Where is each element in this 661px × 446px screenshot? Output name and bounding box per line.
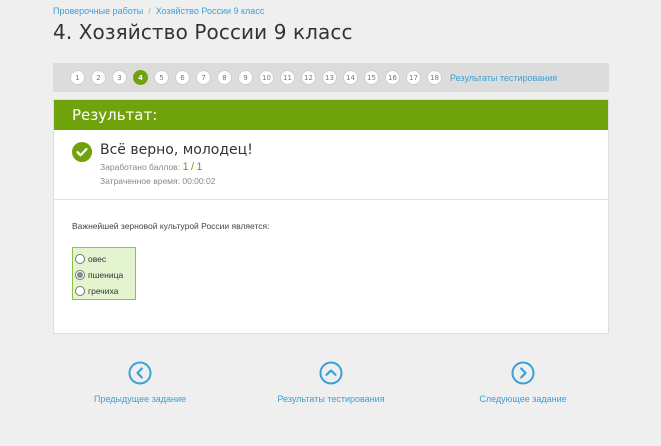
answer-option[interactable]: пшеница bbox=[75, 267, 135, 283]
option-label: гречиха bbox=[88, 286, 119, 296]
pager-page-11[interactable]: 11 bbox=[280, 70, 295, 85]
score-label: Заработано баллов: bbox=[100, 162, 181, 172]
prev-task-button[interactable]: Предыдущее задание bbox=[65, 361, 215, 404]
pager-page-8[interactable]: 8 bbox=[217, 70, 232, 85]
next-task-button[interactable]: Следующее задание bbox=[448, 361, 598, 404]
breadcrumb: Проверочные работы / Хозяйство России 9 кл… bbox=[53, 6, 264, 16]
next-task-label[interactable]: Следующее задание bbox=[448, 394, 598, 404]
page-title: 4. Хозяйство России 9 класс bbox=[53, 20, 353, 44]
chevron-right-circle-icon[interactable] bbox=[511, 361, 535, 385]
time-value: 00:00:02 bbox=[182, 176, 216, 186]
result-header: Результат: bbox=[54, 100, 608, 130]
pager-page-13[interactable]: 13 bbox=[322, 70, 337, 85]
score-earned: 1 bbox=[182, 161, 189, 173]
result-summary: Всё верно, молодец! Заработано баллов: 1… bbox=[54, 130, 608, 200]
radio-button[interactable] bbox=[75, 254, 85, 264]
pager-page-3[interactable]: 3 bbox=[112, 70, 127, 85]
pager-results-link[interactable]: Результаты тестирования bbox=[450, 73, 557, 83]
pager-page-2[interactable]: 2 bbox=[91, 70, 106, 85]
results-label[interactable]: Результаты тестирования bbox=[256, 394, 406, 404]
chevron-left-circle-icon[interactable] bbox=[128, 361, 152, 385]
time-label: Затраченное время: bbox=[100, 176, 180, 186]
time-line: Затраченное время: 00:00:02 bbox=[100, 176, 215, 186]
breadcrumb-link-topic[interactable]: Хозяйство России 9 класс bbox=[156, 6, 265, 16]
question-text: Важнейшей зерновой культурой России явля… bbox=[72, 221, 270, 231]
answer-option[interactable]: овес bbox=[75, 251, 135, 267]
pager-page-17[interactable]: 17 bbox=[406, 70, 421, 85]
check-circle-icon bbox=[72, 142, 92, 162]
pager-page-7[interactable]: 7 bbox=[196, 70, 211, 85]
breadcrumb-separator: / bbox=[148, 6, 151, 16]
pager-page-16[interactable]: 16 bbox=[385, 70, 400, 85]
result-title: Всё верно, молодец! bbox=[100, 142, 253, 158]
option-label: овес bbox=[88, 254, 107, 264]
answer-option[interactable]: гречиха bbox=[75, 283, 135, 299]
pager-page-1[interactable]: 1 bbox=[70, 70, 85, 85]
pager-page-4[interactable]: 4 bbox=[133, 70, 148, 85]
answer-options: овес пшеница гречиха bbox=[72, 247, 136, 300]
pager-page-12[interactable]: 12 bbox=[301, 70, 316, 85]
pager-page-15[interactable]: 15 bbox=[364, 70, 379, 85]
pager-page-10[interactable]: 10 bbox=[259, 70, 274, 85]
radio-button-checked[interactable] bbox=[75, 270, 85, 280]
pager-page-14[interactable]: 14 bbox=[343, 70, 358, 85]
result-card: Результат: Всё верно, молодец! Заработан… bbox=[53, 99, 609, 334]
question-pager: 1 2 3 4 5 6 7 8 9 10 11 12 13 14 15 16 17 18 Результаты те… bbox=[53, 63, 609, 92]
score-separator: / bbox=[190, 161, 194, 173]
pager-page-6[interactable]: 6 bbox=[175, 70, 190, 85]
radio-button[interactable] bbox=[75, 286, 85, 296]
prev-task-label[interactable]: Предыдущее задание bbox=[65, 394, 215, 404]
results-button[interactable]: Результаты тестирования bbox=[256, 361, 406, 404]
pager-page-5[interactable]: 5 bbox=[154, 70, 169, 85]
chevron-up-circle-icon[interactable] bbox=[319, 361, 343, 385]
pager-page-18[interactable]: 18 bbox=[427, 70, 442, 85]
score-total: 1 bbox=[196, 161, 203, 173]
score-line: Заработано баллов: 1 / 1 bbox=[100, 161, 203, 173]
option-label: пшеница bbox=[88, 270, 124, 280]
breadcrumb-link-tests[interactable]: Проверочные работы bbox=[53, 6, 143, 16]
pager-page-9[interactable]: 9 bbox=[238, 70, 253, 85]
